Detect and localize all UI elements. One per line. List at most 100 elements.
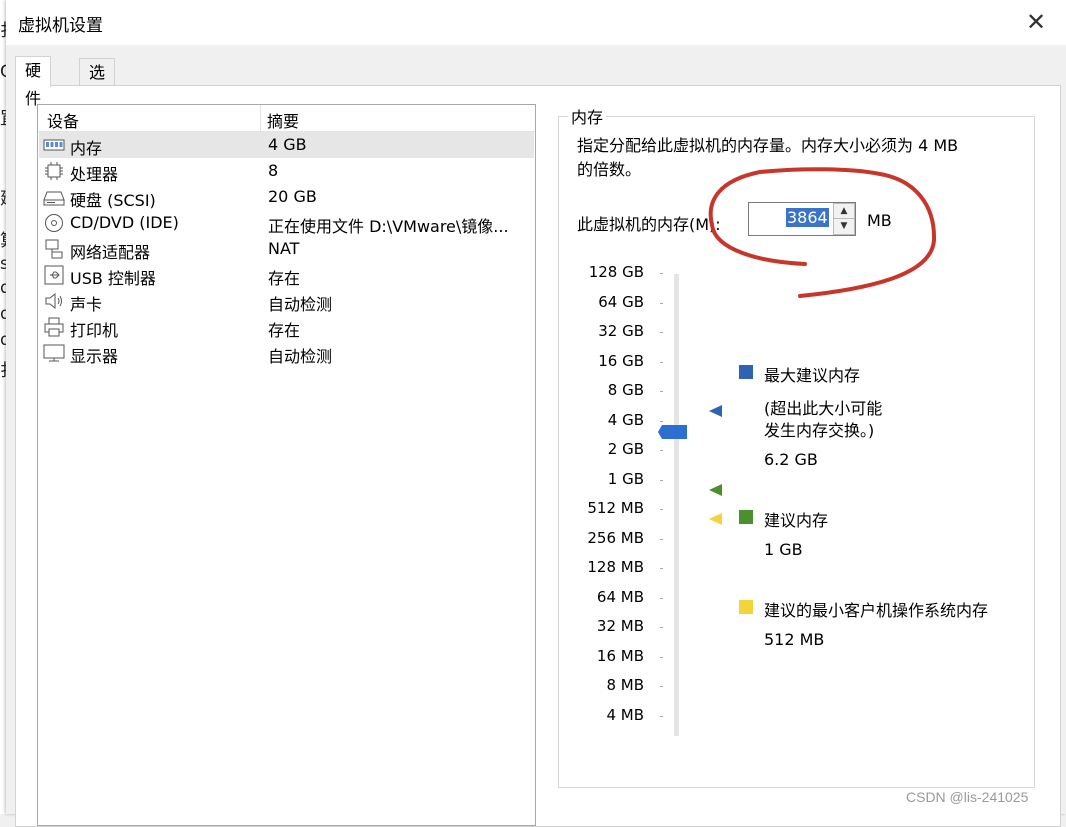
recommended-swatch (739, 510, 753, 524)
device-name: 打印机 (70, 321, 119, 340)
device-summary: 自动检测 (268, 295, 333, 314)
recommended-value: 1 GB (764, 540, 803, 559)
scale-label: 256 MB (587, 528, 644, 547)
scale-label: 128 MB (587, 558, 644, 576)
scale-label: 4 MB (606, 705, 644, 724)
scale-tick (660, 302, 663, 304)
guest-min-value: 512 MB (764, 630, 825, 649)
scale-tick (660, 538, 663, 540)
dialog-body: 硬件 选项 设备 摘要 内存 4 GB (6, 45, 1066, 827)
device-row-memory[interactable]: 内存 4 GB (39, 132, 534, 158)
scale-tick (660, 332, 663, 333)
cd-dvd-icon (45, 214, 63, 232)
scale-label: 8 GB (607, 381, 644, 399)
scale-tick (660, 656, 663, 658)
device-name: 内存 (70, 139, 103, 158)
device-name: 处理器 (70, 165, 119, 184)
scale-label: 16 MB (596, 646, 644, 665)
printer-icon (44, 317, 64, 337)
guest-min-title: 建议的最小客户机操作系统内存 (764, 601, 989, 620)
scale-label: 16 GB (598, 351, 644, 370)
recommended-title: 建议内存 (764, 511, 829, 530)
scale-tick (660, 715, 663, 717)
device-name: USB 控制器 (70, 269, 156, 288)
device-list-header: 设备 摘要 (38, 105, 535, 132)
scale-tick (660, 361, 663, 363)
memory-description-line2: 的倍数。 (577, 160, 642, 179)
max-recommended-marker (709, 405, 722, 417)
device-row-processor[interactable]: 处理器 8 (39, 158, 534, 184)
scale-label: 1 GB (607, 469, 644, 488)
memory-icon (43, 139, 65, 151)
processor-icon (45, 162, 63, 180)
scale-label: 64 GB (598, 292, 644, 311)
scale-tick (660, 420, 663, 422)
memory-description-line1: 指定分配给此虚拟机的内存量。内存大小必须为 4 MB (577, 136, 959, 155)
memory-slider-thumb[interactable] (658, 424, 688, 440)
device-row-sound-card[interactable]: 声卡 自动检测 (39, 288, 534, 314)
column-divider[interactable] (260, 105, 261, 131)
sound-card-icon (45, 292, 62, 310)
memory-unit-label: MB (867, 211, 892, 230)
device-name: 显示器 (70, 347, 119, 366)
scale-tick (660, 450, 663, 451)
hardware-panel: 设备 摘要 内存 4 GB 处理器 8 硬盘 (SCSI) 20 GB CD/D… (15, 85, 1061, 827)
recommended-marker (709, 484, 722, 496)
device-summary: 存在 (268, 269, 301, 288)
usb-icon (44, 265, 64, 285)
title-bar: 虚拟机设置 ✕ (6, 0, 1066, 44)
max-recommended-note-line1: (超出此大小可能 (764, 399, 883, 418)
memory-description: 指定分配给此虚拟机的内存量。内存大小必须为 4 MB 的倍数。 (577, 134, 1017, 182)
scale-tick (660, 391, 663, 392)
device-row-network-adapter[interactable]: 网络适配器 NAT (39, 236, 534, 262)
device-name: 声卡 (70, 295, 103, 314)
device-name: 硬盘 (SCSI) (70, 191, 156, 210)
network-adapter-icon (45, 239, 63, 259)
device-summary: 8 (268, 161, 279, 180)
device-summary: 20 GB (268, 187, 317, 206)
device-row-usb[interactable]: USB 控制器 存在 (39, 262, 534, 288)
scale-label: 128 GB (588, 263, 644, 281)
device-row-harddisk[interactable]: 硬盘 (SCSI) 20 GB (39, 184, 534, 210)
scale-label: 8 MB (606, 676, 644, 694)
guest-min-swatch (739, 600, 753, 614)
scale-label: 2 GB (607, 440, 644, 458)
device-name: 网络适配器 (70, 243, 151, 262)
max-recommended-swatch (739, 365, 753, 379)
device-summary: 存在 (268, 321, 301, 340)
tab-options[interactable]: 选项 (79, 58, 116, 109)
tab-hardware[interactable]: 硬件 (15, 56, 52, 108)
max-recommended-note-line2: 发生内存交换。) (764, 421, 875, 440)
device-summary: NAT (268, 239, 300, 258)
max-recommended-title: 最大建议内存 (764, 366, 861, 385)
device-row-cd-dvd[interactable]: CD/DVD (IDE) 正在使用文件 D:\VMware\镜像... (39, 210, 534, 236)
scale-tick (660, 509, 663, 510)
scale-label: 512 MB (587, 499, 644, 517)
window-title: 虚拟机设置 (18, 16, 103, 36)
memory-field-label: 此虚拟机的内存(M): (577, 215, 721, 234)
column-header-device[interactable]: 设备 (47, 108, 79, 132)
scale-tick (660, 627, 663, 628)
stepper-down-button[interactable]: ▼ (833, 218, 855, 235)
memory-slider-track[interactable] (674, 274, 679, 736)
watermark: CSDN @lis-241025 (906, 789, 1029, 805)
close-icon[interactable]: ✕ (1022, 8, 1050, 36)
vm-settings-dialog: 虚拟机设置 ✕ 硬件 选项 设备 摘要 (6, 0, 1066, 827)
memory-stepper[interactable]: 3864 ▲ ▼ (748, 202, 856, 236)
scale-label: 4 GB (607, 410, 644, 429)
scale-label: 64 MB (596, 587, 644, 606)
device-list[interactable]: 设备 摘要 内存 4 GB 处理器 8 硬盘 (SCSI) 20 GB CD/D… (37, 104, 536, 826)
scale-tick (660, 686, 663, 687)
scale-tick (660, 568, 663, 569)
scale-tick (660, 273, 663, 274)
column-header-summary[interactable]: 摘要 (267, 108, 299, 132)
device-row-printer[interactable]: 打印机 存在 (39, 314, 534, 340)
memory-group-label: 内存 (568, 104, 607, 128)
memory-input[interactable]: 3864 (786, 208, 829, 227)
device-summary: 自动检测 (268, 347, 333, 366)
device-summary: 正在使用文件 D:\VMware\镜像... (268, 217, 509, 236)
device-summary: 4 GB (268, 135, 307, 154)
device-row-display[interactable]: 显示器 自动检测 (39, 340, 534, 366)
max-recommended-value: 6.2 GB (764, 450, 818, 469)
harddisk-icon (43, 191, 65, 206)
